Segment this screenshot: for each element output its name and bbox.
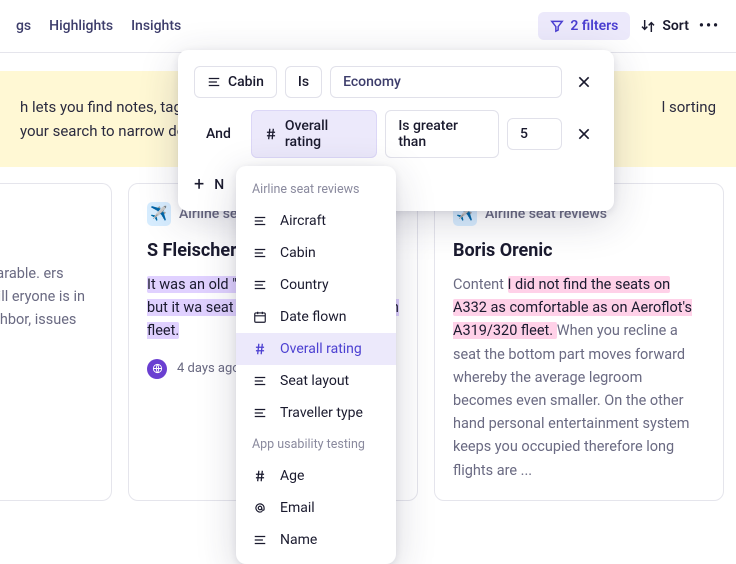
globe-icon xyxy=(147,359,167,379)
dropdown-group: Airline seat reviews Aircraft Cabin Country… xyxy=(236,174,396,429)
card-date: 4 days ago xyxy=(177,361,240,376)
result-card[interactable]: but bearable. ers they will eryone is in… xyxy=(0,183,112,501)
remove-filter-button[interactable] xyxy=(570,70,598,94)
project-icon: ✈️ xyxy=(147,202,171,226)
dropdown-item-label: Overall rating xyxy=(280,341,362,357)
tab-highlights[interactable]: Highlights xyxy=(49,18,113,34)
number-field-icon xyxy=(252,469,268,483)
more-menu-button[interactable]: ••• xyxy=(699,18,720,34)
dropdown-item-label: Aircraft xyxy=(280,213,326,229)
tab-tags[interactable]: gs xyxy=(16,18,31,34)
card-body: but bearable. ers they will eryone is in… xyxy=(0,262,93,355)
text-field-icon xyxy=(252,406,268,420)
dropdown-item-label: Country xyxy=(280,277,329,293)
text-field-icon xyxy=(252,533,268,547)
number-field-icon xyxy=(252,342,268,356)
text-field-icon xyxy=(252,246,268,260)
dropdown-item-label: Seat layout xyxy=(280,373,349,389)
dropdown-item[interactable]: Country xyxy=(236,269,396,301)
funnel-icon xyxy=(550,19,564,33)
dropdown-item[interactable]: Email xyxy=(236,492,396,524)
sort-icon xyxy=(640,18,656,34)
filter-field-chip[interactable]: Cabin xyxy=(194,66,277,98)
dropdown-item[interactable]: Name xyxy=(236,524,396,556)
filter-operator-chip[interactable]: Is greater than xyxy=(385,110,499,158)
plus-icon: + xyxy=(194,174,204,195)
field-dropdown: Airline seat reviews Aircraft Cabin Country… xyxy=(236,166,396,564)
toolbar-tabs: gs Highlights Insights xyxy=(16,18,181,34)
dropdown-item-label: Traveller type xyxy=(280,405,363,421)
filter-value-chip[interactable]: Economy xyxy=(330,66,562,98)
text-field-icon xyxy=(207,75,221,89)
dropdown-item[interactable]: Traveller type xyxy=(236,397,396,429)
filter-field-chip[interactable]: Overall rating xyxy=(251,110,377,158)
dropdown-group: App usability testing Age Email Name xyxy=(236,429,396,556)
result-card[interactable]: ✈️ Airline seat reviews Boris Orenic Con… xyxy=(434,183,724,501)
tab-insights[interactable]: Insights xyxy=(131,18,181,34)
filter-row: And Overall rating Is greater than 5 xyxy=(194,110,598,158)
sort-button[interactable]: Sort xyxy=(640,18,689,34)
filters-label: 2 filters xyxy=(570,18,618,34)
filter-operator-chip[interactable]: Is xyxy=(285,66,322,98)
dropdown-item[interactable]: Date flown xyxy=(236,301,396,333)
card-body: Content I did not find the seats on A332… xyxy=(453,273,705,482)
dropdown-item-label: Name xyxy=(280,532,317,548)
card-title: Boris Orenic xyxy=(453,240,705,261)
filters-button[interactable]: 2 filters xyxy=(538,12,630,40)
dropdown-item-label: Email xyxy=(280,500,315,516)
text-field-icon xyxy=(252,278,268,292)
dropdown-group-label: Airline seat reviews xyxy=(236,174,396,205)
dropdown-item[interactable]: Seat layout xyxy=(236,365,396,397)
dropdown-item[interactable]: Age xyxy=(236,460,396,492)
text-field-icon xyxy=(252,374,268,388)
dropdown-item[interactable]: Cabin xyxy=(236,237,396,269)
dropdown-item[interactable]: Aircraft xyxy=(236,205,396,237)
text-field-icon xyxy=(252,214,268,228)
dropdown-item[interactable]: Overall rating xyxy=(236,333,396,365)
sort-label: Sort xyxy=(662,18,689,34)
date-field-icon xyxy=(252,310,268,324)
filter-value-chip[interactable]: 5 xyxy=(507,118,562,150)
remove-filter-button[interactable] xyxy=(570,122,598,146)
dropdown-item-label: Age xyxy=(280,468,304,484)
number-field-icon xyxy=(264,127,278,141)
filter-row: Cabin Is Economy xyxy=(194,66,598,98)
toolbar: gs Highlights Insights 2 filters Sort ••… xyxy=(0,0,736,53)
email-field-icon xyxy=(252,501,268,515)
toolbar-actions: 2 filters Sort ••• xyxy=(538,12,720,40)
dropdown-item-label: Cabin xyxy=(280,245,316,261)
dropdown-item-label: Date flown xyxy=(280,309,346,325)
filter-conjunction[interactable]: And xyxy=(194,119,243,149)
dropdown-group-label: App usability testing xyxy=(236,429,396,460)
